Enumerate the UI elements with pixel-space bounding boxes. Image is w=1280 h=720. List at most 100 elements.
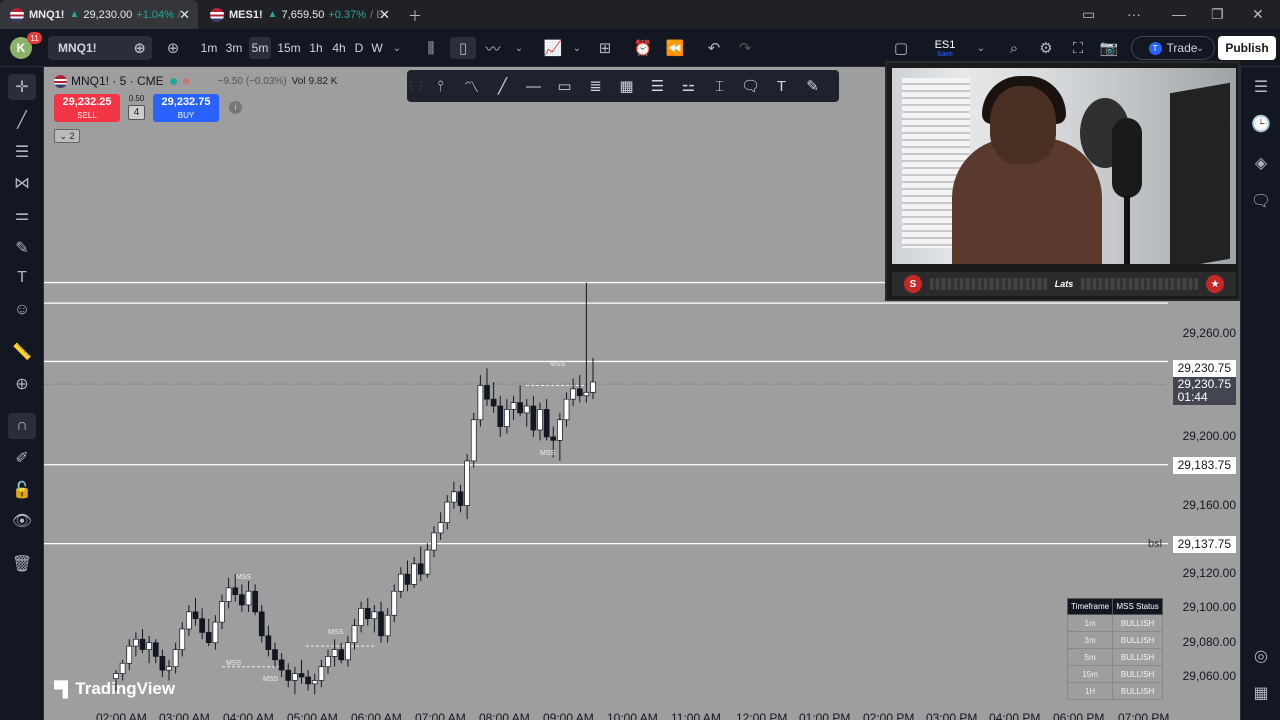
candle-body	[133, 638, 139, 647]
publish-button[interactable]: Publish	[1218, 36, 1276, 60]
timeframe-1m[interactable]: 1m	[198, 37, 220, 59]
watch-symbol[interactable]: ES1 Save	[928, 35, 962, 61]
magnet-icon[interactable]: ∩	[8, 413, 36, 439]
timeframe-5m[interactable]: 5m	[249, 37, 271, 59]
trendline-icon[interactable]: ╱	[487, 70, 518, 102]
alert-icon[interactable]: ⏰	[632, 37, 654, 59]
quantity-field[interactable]: 4	[128, 105, 145, 120]
chevron-down-icon[interactable]: ⌄	[390, 37, 404, 59]
camera-icon[interactable]: 📷	[1098, 37, 1120, 59]
horizontal-line-icon[interactable]: —	[518, 70, 549, 102]
calendar-icon[interactable]: ▦	[1249, 681, 1273, 705]
long-position-icon[interactable]: ⚍	[673, 70, 704, 102]
brush-icon[interactable]: ✎	[8, 235, 36, 261]
fib-retracement-icon[interactable]: ☰	[642, 70, 673, 102]
add-symbol-icon[interactable]: ⊕	[162, 37, 184, 59]
status-dot-icon	[169, 77, 177, 85]
star-icon: ★	[1206, 275, 1225, 293]
time-axis-label: 07:00 PM	[1118, 711, 1170, 720]
quick-search-icon[interactable]: ⌕	[1003, 37, 1025, 59]
time-axis-label: 08:00 AM	[479, 711, 530, 720]
timeframe-3m[interactable]: 3m	[223, 37, 245, 59]
patterns-icon[interactable]: ⋈	[8, 170, 36, 196]
prediction-icon[interactable]: ⚌	[8, 202, 36, 228]
text-icon[interactable]: T	[8, 265, 36, 291]
line-style-icon[interactable]: 〰	[482, 37, 504, 59]
close-tab-icon[interactable]: ✕	[379, 7, 390, 23]
timeframe-w[interactable]: W	[369, 37, 385, 59]
zoom-in-icon[interactable]: ⊕	[8, 371, 36, 397]
chevron-down-icon[interactable]: ⌄	[570, 37, 584, 59]
emoji-icon[interactable]: ☺	[8, 297, 36, 323]
webcam-name-bar: S Lats ★	[892, 272, 1236, 296]
bar-style-icon[interactable]: ⫼	[420, 37, 442, 59]
watchlist-icon[interactable]: ☰	[1249, 75, 1273, 99]
mss-marker: MSS	[263, 676, 279, 683]
fib-icon[interactable]: ☰	[8, 139, 36, 165]
symbol-search[interactable]: MNQ1! ⊕	[48, 36, 152, 60]
lock-drawing-icon[interactable]: ✐	[8, 445, 36, 471]
price-range-icon[interactable]: ⌶	[704, 70, 735, 102]
candle-body	[272, 649, 278, 661]
browser-tab-mnq[interactable]: MNQ1! ▲ 29,230.00 +1.04% / ✕	[0, 0, 198, 29]
tab-symbol: MNQ1!	[29, 8, 65, 21]
layers-icon[interactable]: ◈	[1249, 151, 1273, 175]
minimize-icon[interactable]: —	[1172, 6, 1186, 22]
buy-button[interactable]: 29,232.75 BUY	[153, 94, 219, 122]
timeframe-1h[interactable]: 1h	[306, 37, 326, 59]
tradingview-logo[interactable]: ▀▌ TradingView	[54, 679, 175, 699]
text-icon[interactable]: T	[766, 70, 797, 102]
restore-icon[interactable]: ❐	[1211, 6, 1224, 23]
target-icon[interactable]: ◎	[1249, 644, 1273, 668]
fullscreen-icon[interactable]: ⛶	[1067, 37, 1089, 59]
time-axis-label: 06:00 PM	[1053, 711, 1105, 720]
settings-gear-icon[interactable]: ⚙	[1035, 37, 1057, 59]
browser-tab-mes[interactable]: MES1! ▲ 7,659.50 +0.37% / E ✕	[200, 0, 398, 29]
lock-icon[interactable]: 🔓	[8, 477, 36, 503]
crosshair-icon[interactable]: ✛	[8, 74, 36, 100]
sell-button[interactable]: 29,232.25 SELL	[54, 94, 120, 122]
timeframe-4h[interactable]: 4h	[329, 37, 349, 59]
layout-square-icon[interactable]: ▢	[890, 37, 912, 59]
replay-icon[interactable]: ⏪	[664, 37, 686, 59]
time-axis-label: 04:00 AM	[223, 711, 274, 720]
close-window-icon[interactable]: ✕	[1252, 6, 1264, 23]
legend-change: −9.50 (−0.03%)	[217, 75, 287, 87]
trendline-icon[interactable]: ╱	[8, 107, 36, 133]
alerts-clock-icon[interactable]: 🕒	[1249, 112, 1273, 136]
rectangle-icon[interactable]: ▭	[549, 70, 580, 102]
candle-body	[364, 608, 371, 620]
templates-icon[interactable]: ⊞	[594, 37, 616, 59]
timeframe-d[interactable]: D	[352, 37, 366, 59]
candles-icon[interactable]: ▯	[450, 37, 476, 59]
parallel-channel-icon[interactable]: ≣	[580, 70, 611, 102]
undo-icon[interactable]: ↶	[703, 37, 725, 59]
callout-icon[interactable]: 🗨	[735, 70, 766, 102]
layout-icon[interactable]: ▭	[1082, 6, 1095, 23]
collapse-indicators-button[interactable]: ⌄ 2	[54, 129, 80, 143]
more-dots-icon[interactable]: ···	[1127, 6, 1141, 22]
time-axis-label: 03:00 AM	[159, 711, 210, 720]
chevron-down-icon[interactable]: ⌄	[974, 37, 988, 59]
chevron-down-icon[interactable]: ⌄	[1193, 37, 1207, 59]
chevron-down-icon[interactable]: ⌄	[512, 37, 526, 59]
new-tab-icon[interactable]: ＋	[408, 6, 422, 26]
vertical-line-icon[interactable]: ⫯	[425, 70, 456, 102]
close-tab-icon[interactable]: ✕	[179, 7, 190, 23]
mss-marker: MSS	[236, 574, 252, 581]
drag-handle-icon[interactable]: ⋮⋮	[406, 70, 426, 102]
candle-body	[570, 388, 576, 400]
redo-icon[interactable]: ↷	[734, 37, 756, 59]
price-axis-label: 29,060.00	[1182, 669, 1236, 683]
path-icon[interactable]: 〽	[456, 70, 487, 102]
compare-icon[interactable]: ⊕	[133, 39, 146, 57]
eye-icon[interactable]: 👁	[8, 508, 36, 534]
indicators-icon[interactable]: 📈	[542, 37, 564, 59]
info-icon[interactable]: i	[229, 101, 242, 114]
ruler-icon[interactable]: 📏	[8, 339, 36, 365]
fib-grid-icon[interactable]: ▦	[611, 70, 642, 102]
brush-icon[interactable]: ✎	[797, 70, 828, 102]
chat-icon[interactable]: 🗨	[1249, 189, 1273, 213]
trash-icon[interactable]: 🗑	[8, 551, 36, 577]
timeframe-15m[interactable]: 15m	[276, 37, 302, 59]
